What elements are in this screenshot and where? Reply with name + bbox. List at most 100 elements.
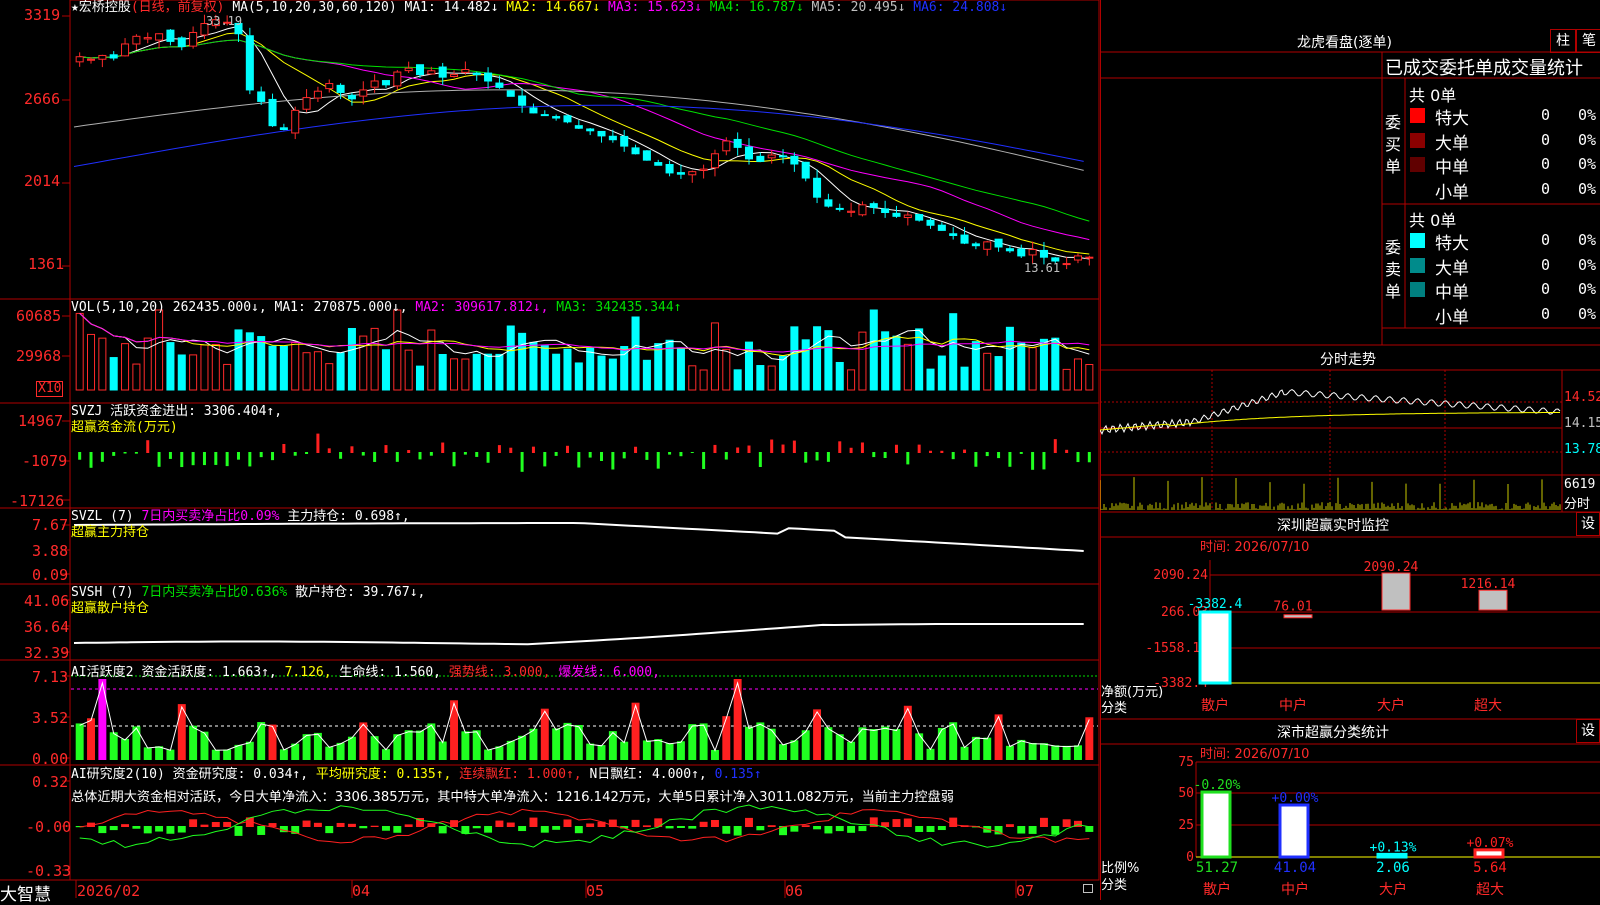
sell-row-count: 0 — [1541, 231, 1551, 249]
volume-bar — [903, 343, 912, 391]
candle-body — [733, 138, 742, 148]
flow-bar — [407, 450, 411, 453]
candle-body — [903, 214, 912, 219]
flow-bar — [963, 449, 967, 453]
volume-bar — [370, 327, 379, 391]
volume-bar — [121, 343, 130, 391]
candle-body — [313, 90, 322, 99]
fltj-change-label: +0.00% — [1272, 791, 1319, 806]
research-bar — [257, 826, 266, 835]
activity-bar — [949, 722, 958, 760]
flow-bar — [668, 452, 672, 455]
candle-body — [427, 70, 436, 75]
flow-bar — [1019, 452, 1023, 454]
vol-ma3: MA3: 342435.344↑ — [556, 300, 682, 315]
candle-body — [790, 155, 799, 165]
ma1-value: MA1: 14.482↓ — [404, 0, 499, 15]
research-bar — [642, 825, 651, 827]
ai1-header: AI活跃度2 资金活跃度: 1.663↑, 7.126, 生命线: 1.560,… — [71, 661, 660, 680]
brand-logo[interactable]: 大智慧 — [0, 880, 51, 905]
activity-bar — [518, 735, 527, 760]
fltj-bar — [1473, 848, 1505, 859]
candle-body — [971, 243, 980, 247]
research-bar — [745, 817, 753, 827]
volume-bar — [756, 365, 765, 391]
candle-body — [370, 80, 379, 88]
volume-bar — [506, 325, 515, 391]
ai2-b: 平均研究度: 0.135↑, — [315, 767, 452, 782]
flow-bar — [770, 439, 774, 453]
period-mode[interactable]: (日线，前复权) — [131, 0, 225, 15]
flow-bar — [1031, 452, 1035, 470]
buy-row-count: 0 — [1541, 179, 1551, 198]
szcy-settings-button[interactable]: 设 — [1576, 512, 1600, 536]
volume-bar — [586, 347, 595, 391]
activity-bar — [211, 749, 220, 760]
volume-bar — [676, 347, 685, 391]
activity-bar — [881, 726, 890, 760]
tick-mode-button[interactable]: 笔 — [1576, 29, 1600, 53]
volume-bar — [960, 366, 969, 391]
volume-bar — [393, 309, 402, 391]
volume-bar — [257, 336, 266, 391]
candle-body — [586, 128, 595, 132]
buy-side-label: 委买单 — [1385, 113, 1402, 176]
buy-row-count: 0 — [1541, 130, 1551, 149]
star-icon[interactable]: ★ — [71, 0, 79, 15]
flow-bar — [248, 452, 252, 467]
candle-body — [472, 72, 481, 76]
research-bar — [1085, 826, 1094, 832]
volume-bar — [381, 349, 390, 391]
candle-body — [1085, 256, 1094, 259]
stock-name[interactable]: 宏桥控股 — [79, 0, 131, 15]
lock-icon[interactable] — [1083, 884, 1093, 893]
ai2-ytick-3: -0.33 — [26, 862, 72, 880]
research-bar — [847, 826, 856, 833]
szcy-category: 大户 — [1377, 697, 1405, 714]
research-bar — [109, 826, 118, 831]
ai2-summary: 总体近期大资金相对活跃，今日大单净流入：3306.385万元，其中特大单净流入：… — [71, 790, 954, 805]
activity-bar — [1017, 739, 1026, 760]
kline-ytick-1: 3319 — [24, 6, 61, 24]
candle-body — [177, 37, 186, 48]
volume-bar — [847, 369, 856, 391]
research-bar — [393, 826, 402, 833]
volume-bar — [155, 309, 164, 391]
candle-body — [166, 29, 175, 42]
sell-row-percent: 0% — [1578, 255, 1597, 274]
szcy-time: 时间: 2026/07/10 — [1200, 540, 1310, 555]
volume-bar — [1039, 338, 1048, 391]
research-bar — [177, 826, 186, 833]
research-bar — [302, 820, 311, 827]
flow-bar — [509, 447, 513, 453]
volume-bar — [835, 361, 844, 391]
flow-bar — [361, 452, 365, 456]
fltj-settings-button[interactable]: 设 — [1576, 719, 1600, 743]
vol-unit-badge[interactable]: X10 — [36, 381, 64, 397]
activity-bar — [245, 741, 254, 760]
sell-row-swatch — [1410, 282, 1425, 297]
bar-mode-button[interactable]: 柱 — [1550, 29, 1576, 53]
ai1-label: AI活跃度2 — [71, 665, 134, 680]
research-bar — [937, 826, 946, 831]
flow-bar — [339, 452, 343, 459]
buy-row-name: 小单 — [1435, 182, 1469, 203]
activity-bar — [722, 716, 731, 760]
candle-body — [710, 153, 719, 169]
research-bar — [1039, 817, 1048, 827]
research-bar — [699, 821, 708, 827]
flow-bar — [327, 448, 331, 453]
research-bar — [336, 822, 345, 827]
activity-bar — [223, 749, 232, 760]
research-bar — [370, 825, 379, 827]
buy-total: 共 0单 — [1409, 86, 1457, 105]
flow-bar — [872, 452, 876, 458]
activity-bar — [472, 730, 481, 760]
research-bar — [903, 818, 912, 827]
research-bar — [506, 822, 515, 827]
activity-bar — [484, 749, 493, 760]
activity-bar — [189, 725, 198, 760]
flow-bar — [804, 452, 808, 463]
flow-bar — [271, 452, 275, 461]
flow-bar — [123, 452, 127, 454]
